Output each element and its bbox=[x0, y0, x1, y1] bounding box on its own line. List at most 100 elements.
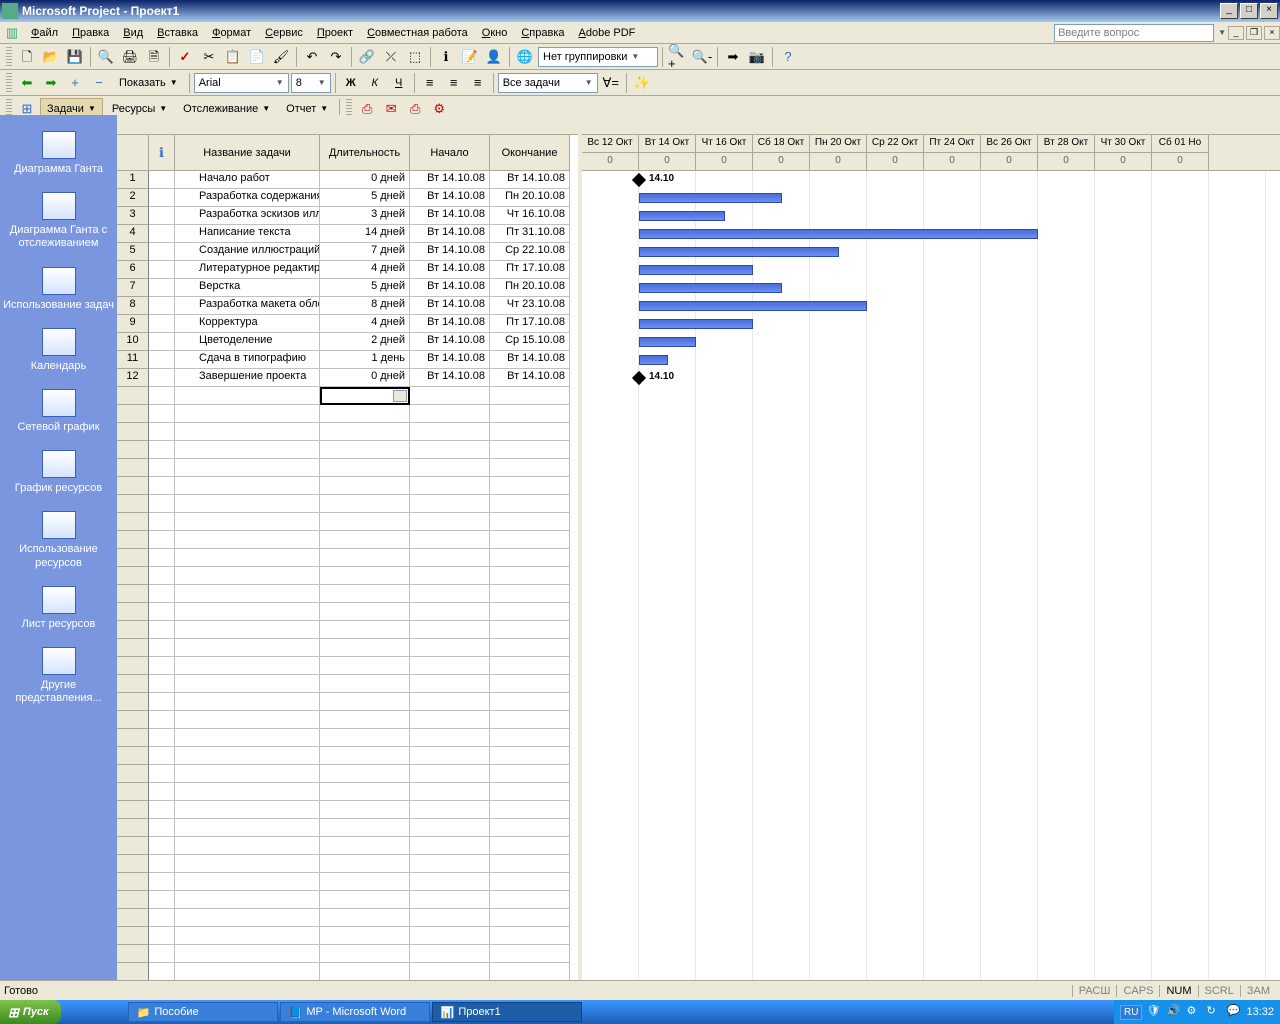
table-row[interactable] bbox=[117, 819, 578, 837]
table-row[interactable] bbox=[117, 441, 578, 459]
mdi-restore[interactable]: ❐ bbox=[1246, 26, 1262, 40]
ie-icon[interactable] bbox=[85, 1003, 103, 1021]
goto-task-button[interactable]: ➡ bbox=[722, 46, 744, 68]
table-row[interactable]: 9Корректура4 днейВт 14.10.08Пт 17.10.08 bbox=[117, 315, 578, 333]
maximize-button[interactable]: □ bbox=[1240, 3, 1258, 19]
view-item-1[interactable]: Диаграмма Ганта с отслеживанием bbox=[0, 186, 117, 260]
search-button[interactable]: 🔍 bbox=[95, 46, 117, 68]
select-all-header[interactable] bbox=[117, 135, 149, 171]
minimize-button[interactable]: _ bbox=[1220, 3, 1238, 19]
notes-button[interactable]: 📝 bbox=[459, 46, 481, 68]
table-row[interactable]: 3Разработка эскизов иллк3 днейВт 14.10.0… bbox=[117, 207, 578, 225]
table-row[interactable] bbox=[117, 657, 578, 675]
align-right-button[interactable]: ≡ bbox=[467, 72, 489, 94]
menu-3[interactable]: Вставка bbox=[150, 24, 205, 42]
table-row[interactable]: 7Верстка5 днейВт 14.10.08Пн 20.10.08 bbox=[117, 279, 578, 297]
tray-icon[interactable]: ↻ bbox=[1206, 1004, 1222, 1020]
font-combo[interactable]: Arial▼ bbox=[194, 73, 289, 93]
open-button[interactable]: 📂 bbox=[40, 46, 62, 68]
menu-1[interactable]: Правка bbox=[65, 24, 116, 42]
table-row[interactable] bbox=[117, 801, 578, 819]
view-item-8[interactable]: Другие представления... bbox=[0, 641, 117, 715]
table-row[interactable]: 11Сдача в типографию1 деньВт 14.10.08Вт … bbox=[117, 351, 578, 369]
table-row[interactable] bbox=[117, 495, 578, 513]
gantt-bar[interactable] bbox=[639, 265, 753, 275]
view-item-7[interactable]: Лист ресурсов bbox=[0, 580, 117, 641]
finish-header[interactable]: Окончание bbox=[490, 135, 570, 171]
table-row[interactable] bbox=[117, 891, 578, 909]
cut-button[interactable]: ✂ bbox=[198, 46, 220, 68]
table-row[interactable] bbox=[117, 567, 578, 585]
unlink-button[interactable]: ⤫ bbox=[380, 46, 402, 68]
view-item-3[interactable]: Календарь bbox=[0, 322, 117, 383]
help-button[interactable]: ? bbox=[777, 46, 799, 68]
taskbar-item-1[interactable]: 📘MP - Microsoft Word bbox=[280, 1002, 430, 1022]
gantt-bar[interactable] bbox=[639, 229, 1038, 239]
menu-4[interactable]: Формат bbox=[205, 24, 258, 42]
tray-icon[interactable]: 💬 bbox=[1226, 1004, 1242, 1020]
split-button[interactable]: ⬚ bbox=[404, 46, 426, 68]
table-row[interactable] bbox=[117, 531, 578, 549]
table-row[interactable] bbox=[117, 405, 578, 423]
menu-5[interactable]: Сервис bbox=[258, 24, 310, 42]
tray-icon[interactable]: 🔊 bbox=[1166, 1004, 1182, 1020]
close-button[interactable]: × bbox=[1260, 3, 1278, 19]
gantt-timescale[interactable]: Вс 12 Окт0Вт 14 Окт0Чт 16 Окт0Сб 18 Окт0… bbox=[582, 135, 1280, 171]
hide-subtasks-button[interactable]: − bbox=[88, 72, 110, 94]
table-row[interactable] bbox=[117, 693, 578, 711]
show-outline-button[interactable]: Показать▼ bbox=[112, 72, 185, 94]
table-row[interactable] bbox=[117, 873, 578, 891]
gantt-bar[interactable] bbox=[639, 355, 668, 365]
align-center-button[interactable]: ≡ bbox=[443, 72, 465, 94]
table-row[interactable] bbox=[117, 927, 578, 945]
help-search[interactable] bbox=[1054, 24, 1214, 42]
taskbar-item-2[interactable]: 📊Проект1 bbox=[432, 1002, 582, 1022]
zoom-out-button[interactable]: 🔍- bbox=[691, 46, 713, 68]
table-row[interactable] bbox=[117, 783, 578, 801]
save-button[interactable]: 💾 bbox=[64, 46, 86, 68]
autofilter-button[interactable]: ∀= bbox=[600, 72, 622, 94]
table-row[interactable] bbox=[117, 477, 578, 495]
filter-combo[interactable]: Все задачи▼ bbox=[498, 73, 598, 93]
table-row[interactable]: 5Создание иллюстраций7 днейВт 14.10.08Ср… bbox=[117, 243, 578, 261]
table-row[interactable] bbox=[117, 945, 578, 963]
table-row[interactable] bbox=[117, 909, 578, 927]
table-row[interactable] bbox=[117, 459, 578, 477]
table-row[interactable] bbox=[117, 747, 578, 765]
taskbar-item-0[interactable]: 📁Пособие bbox=[128, 1002, 278, 1022]
assign-button[interactable]: 👤 bbox=[483, 46, 505, 68]
table-row[interactable] bbox=[117, 585, 578, 603]
language-indicator[interactable]: RU bbox=[1120, 1005, 1142, 1020]
font-size-combo[interactable]: 8▼ bbox=[291, 73, 331, 93]
view-item-2[interactable]: Использование задач bbox=[0, 261, 117, 322]
print-preview-button[interactable]: 🗎 bbox=[143, 46, 165, 68]
menu-9[interactable]: Справка bbox=[514, 24, 571, 42]
indent-button[interactable]: ➡ bbox=[40, 72, 62, 94]
table-row[interactable] bbox=[117, 513, 578, 531]
entry-bar[interactable] bbox=[117, 115, 578, 135]
help-dropdown-icon[interactable]: ▼ bbox=[1218, 28, 1226, 37]
duration-header[interactable]: Длительность bbox=[320, 135, 410, 171]
milestone-icon[interactable] bbox=[632, 173, 646, 187]
menu-0[interactable]: Файл bbox=[24, 24, 65, 42]
toolbar-grip[interactable] bbox=[6, 73, 12, 93]
table-row[interactable]: 4Написание текста14 днейВт 14.10.08Пт 31… bbox=[117, 225, 578, 243]
gantt-bar[interactable] bbox=[639, 301, 867, 311]
table-row[interactable]: 6Литературное редактирс4 днейВт 14.10.08… bbox=[117, 261, 578, 279]
italic-button[interactable]: К bbox=[364, 72, 386, 94]
info-button[interactable]: ℹ bbox=[435, 46, 457, 68]
format-painter-button[interactable]: 🖌 bbox=[270, 46, 292, 68]
tray-icon[interactable]: ⚙ bbox=[1186, 1004, 1202, 1020]
table-row[interactable]: 2Разработка содержания5 днейВт 14.10.08П… bbox=[117, 189, 578, 207]
start-button[interactable]: ⊞Пуск bbox=[0, 1000, 61, 1024]
table-row[interactable]: 8Разработка макета обло8 днейВт 14.10.08… bbox=[117, 297, 578, 315]
gantt-bar[interactable] bbox=[639, 283, 782, 293]
menu-2[interactable]: Вид bbox=[116, 24, 150, 42]
menu-8[interactable]: Окно bbox=[475, 24, 515, 42]
menu-7[interactable]: Совместная работа bbox=[360, 24, 475, 42]
tray-icon[interactable]: 🛡 bbox=[1146, 1004, 1162, 1020]
gantt-bar[interactable] bbox=[639, 247, 839, 257]
table-row[interactable] bbox=[117, 765, 578, 783]
publish-button[interactable]: 🌐 bbox=[514, 46, 536, 68]
toolbar-grip[interactable] bbox=[6, 47, 12, 67]
